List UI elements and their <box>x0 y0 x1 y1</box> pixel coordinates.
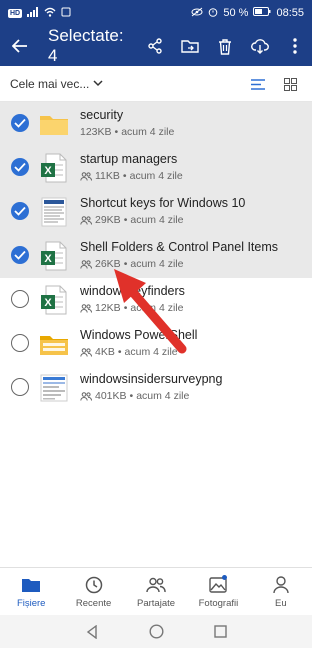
nav-shared[interactable]: Partajate <box>125 568 187 615</box>
file-name: Shell Folders & Control Panel Items <box>80 240 279 254</box>
file-name: security <box>80 108 124 122</box>
nav-label: Eu <box>275 597 287 609</box>
shared-people-icon <box>80 348 92 357</box>
selection-checkbox[interactable] <box>11 246 29 264</box>
more-options-button[interactable] <box>277 26 312 66</box>
delete-button[interactable] <box>207 26 242 66</box>
file-date: acum 4 zile <box>129 170 183 182</box>
list-view-button[interactable] <box>248 74 268 94</box>
svg-text:X: X <box>44 297 52 309</box>
checkmark-icon <box>14 250 26 260</box>
home-circle-icon[interactable] <box>149 624 164 639</box>
carrier-badge: HD <box>8 8 23 18</box>
photo-icon <box>208 574 228 595</box>
nav-label: Fotografii <box>198 597 239 609</box>
delete-icon <box>218 38 231 55</box>
nav-files[interactable]: Fișiere <box>0 568 62 615</box>
status-bar: HD 50 % 08:55 <box>0 0 312 26</box>
chevron-down-icon <box>93 80 103 87</box>
share-icon <box>147 38 162 54</box>
system-navigation-bar <box>0 615 312 648</box>
battery-percent: 50 % <box>223 7 249 19</box>
sort-label: Cele mai vec... <box>10 76 90 91</box>
sort-bar: Cele mai vec... <box>0 66 312 102</box>
file-list: security 123KB • acum 4 zile X startup man… <box>0 102 312 410</box>
sort-dropdown[interactable]: Cele mai vec... <box>10 77 103 91</box>
svg-text:X: X <box>44 253 52 265</box>
excel-file-icon: X <box>41 153 67 183</box>
selection-checkbox[interactable] <box>11 202 29 220</box>
shared-people-icon <box>80 172 92 181</box>
grid-view-button[interactable] <box>280 74 300 94</box>
folder-nav-icon <box>21 575 41 595</box>
file-name: windowsinsidersurveypng <box>80 372 223 386</box>
file-row[interactable]: windowsinsidersurveypng 401KB • acum 4 zil… <box>0 366 312 410</box>
nav-label: Recente <box>75 597 112 609</box>
document-thumbnail-icon <box>41 197 67 227</box>
file-size: 11KB <box>95 170 120 182</box>
file-row[interactable]: X startup managers 11KB • acum 4 zile <box>0 146 312 190</box>
nav-label: Partajate <box>137 597 176 609</box>
nav-recent[interactable]: Recente <box>62 568 124 615</box>
nav-photos[interactable]: Fotografii <box>187 568 249 615</box>
file-size: 29KB <box>95 214 121 226</box>
file-name: startup managers <box>80 152 178 166</box>
checkmark-icon <box>14 162 26 172</box>
people-icon <box>146 575 166 595</box>
clock: 08:55 <box>276 7 304 19</box>
share-button[interactable] <box>137 26 172 66</box>
svg-text:X: X <box>44 165 52 177</box>
selection-checkbox[interactable] <box>11 290 29 308</box>
file-date: acum 4 zile <box>121 126 175 138</box>
shared-people-icon <box>80 304 92 313</box>
selection-checkbox[interactable] <box>11 378 29 396</box>
battery-icon <box>253 7 271 19</box>
file-size: 123KB <box>80 126 112 138</box>
image-thumbnail-icon <box>40 374 68 402</box>
move-to-folder-icon <box>180 40 199 53</box>
eye-icon <box>191 7 203 20</box>
shared-people-icon <box>80 260 92 269</box>
file-row[interactable]: Shortcut keys for Windows 10 29KB • acum 4… <box>0 190 312 234</box>
bottom-navigation: Fișiere Recente Partajate Fotografii Eu <box>0 567 312 615</box>
person-icon <box>271 575 291 595</box>
nav-me[interactable]: Eu <box>250 568 312 615</box>
clock-icon <box>84 575 104 595</box>
signal-icon <box>27 6 39 20</box>
move-button[interactable] <box>172 26 207 66</box>
nav-label: Fișiere <box>16 597 46 609</box>
back-arrow-icon <box>12 39 27 53</box>
download-icon <box>250 39 269 54</box>
download-button[interactable] <box>242 26 277 66</box>
selection-checkbox[interactable] <box>11 334 29 352</box>
selection-checkbox[interactable] <box>11 114 29 132</box>
file-size: 401KB <box>95 390 127 402</box>
annotation-arrow <box>114 269 187 354</box>
file-date: acum 4 zile <box>130 214 184 226</box>
file-date: acum 4 zile <box>136 390 190 402</box>
list-view-icon <box>251 78 265 90</box>
folder-icon <box>40 116 68 135</box>
checkmark-icon <box>14 206 26 216</box>
selection-toolbar: Selectate: 4 <box>0 26 312 66</box>
folder-icon <box>40 336 68 355</box>
more-icon <box>292 38 297 54</box>
selection-checkbox[interactable] <box>11 158 29 176</box>
recents-square-icon[interactable] <box>214 625 227 638</box>
notification-icon <box>61 7 71 20</box>
back-button[interactable] <box>0 26 40 66</box>
shared-people-icon <box>80 392 92 401</box>
back-triangle-icon[interactable] <box>85 624 99 639</box>
grid-view-icon <box>283 77 297 91</box>
excel-file-icon: X <box>41 285 67 315</box>
wifi-icon <box>44 7 56 20</box>
selection-count-title: Selectate: 4 <box>48 26 124 65</box>
excel-file-icon: X <box>41 241 67 271</box>
file-row[interactable]: security 123KB • acum 4 zile <box>0 102 312 146</box>
alarm-icon <box>208 7 218 20</box>
shared-people-icon <box>80 216 92 225</box>
file-name: Shortcut keys for Windows 10 <box>80 196 246 210</box>
checkmark-icon <box>14 118 26 128</box>
